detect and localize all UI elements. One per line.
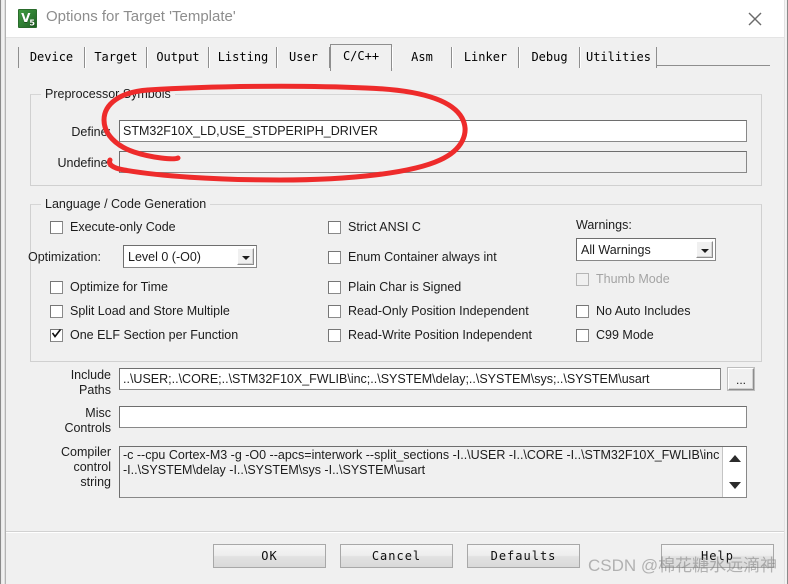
- chevron-down-glyph: [242, 256, 250, 260]
- tab-linker[interactable]: Linker: [452, 47, 519, 68]
- language-group-title: Language / Code Generation: [41, 197, 211, 211]
- tab-utilities[interactable]: Utilities: [580, 47, 657, 68]
- checkbox-label: Execute-only Code: [70, 220, 176, 234]
- misc-controls-label-line2: Controls: [64, 421, 111, 435]
- tab-asm[interactable]: Asm: [392, 47, 452, 68]
- footer-divider-bottom: [6, 532, 784, 533]
- preprocessor-group-title: Preprocessor Symbols: [41, 87, 175, 101]
- ok-button[interactable]: OK: [213, 544, 326, 568]
- misc-controls-label-line1: Misc: [85, 406, 111, 420]
- checkbox-label: Split Load and Store Multiple: [70, 304, 230, 318]
- checkbox-label: Enum Container always int: [348, 250, 497, 264]
- checkbox-box: [328, 221, 341, 234]
- uvision-app-icon: V5: [18, 9, 37, 28]
- compiler-control-label-line3: string: [80, 475, 111, 489]
- app-icon-version: 5: [29, 18, 34, 28]
- optimization-select[interactable]: Level 0 (-O0): [123, 245, 257, 268]
- close-glyph: [748, 12, 762, 26]
- checkbox-label: Read-Only Position Independent: [348, 304, 529, 318]
- selected-tab-mask: [331, 65, 391, 67]
- window-right-edge: [784, 0, 788, 584]
- checkbox-box: [328, 329, 341, 342]
- compiler-control-label-line2: control: [73, 460, 111, 474]
- chevron-down-glyph: [701, 249, 709, 253]
- checkbox-label: Strict ANSI C: [348, 220, 421, 234]
- checkmark-icon: [52, 329, 61, 338]
- scroll-down-icon[interactable]: [728, 482, 741, 489]
- checkbox-box: [328, 251, 341, 264]
- include-paths-browse-button[interactable]: ...: [728, 368, 754, 390]
- undefine-label: Undefine:: [57, 156, 111, 170]
- tab-output[interactable]: Output: [147, 47, 209, 68]
- compiler-control-string-value: -c --cpu Cortex-M3 -g -O0 --apcs=interwo…: [123, 448, 720, 477]
- help-button[interactable]: Help: [661, 544, 774, 568]
- defaults-button[interactable]: Defaults: [467, 544, 580, 568]
- checkbox-label: Read-Write Position Independent: [348, 328, 532, 342]
- compiler-control-scrollbar[interactable]: [722, 447, 746, 497]
- tab-device[interactable]: Device: [18, 47, 85, 68]
- undefine-input[interactable]: [119, 151, 747, 173]
- tab-strip: Device Target Output Listing User C/C++ …: [18, 44, 770, 71]
- checkbox-box: [50, 221, 63, 234]
- compiler-control-string-textarea[interactable]: -c --cpu Cortex-M3 -g -O0 --apcs=interwo…: [119, 446, 747, 498]
- warnings-label: Warnings:: [576, 218, 632, 232]
- define-label: Define:: [71, 125, 111, 139]
- checkbox-label: Plain Char is Signed: [348, 280, 462, 294]
- checkbox-box: [576, 305, 589, 318]
- checkbox-label: Optimize for Time: [70, 280, 168, 294]
- title-bar: V5 Options for Target 'Template': [6, 0, 784, 38]
- checkbox-box: [328, 281, 341, 294]
- options-dialog-window: V5 Options for Target 'Template' Device …: [0, 0, 788, 584]
- include-paths-label-line1: Include: [70, 368, 111, 382]
- define-input[interactable]: STM32F10X_LD,USE_STDPERIPH_DRIVER: [119, 120, 747, 142]
- checkbox-box: [50, 281, 63, 294]
- chevron-down-icon[interactable]: [237, 248, 254, 265]
- warnings-select[interactable]: All Warnings: [576, 238, 716, 261]
- checkbox-box: [576, 329, 589, 342]
- checkbox-box: [50, 305, 63, 318]
- checkbox-label: Thumb Mode: [596, 272, 670, 286]
- misc-controls-input[interactable]: [119, 406, 747, 428]
- checkbox-box: [576, 273, 589, 286]
- checkbox-box: [328, 305, 341, 318]
- include-paths-input[interactable]: ..\USER;..\CORE;..\STM32F10X_FWLIB\inc;.…: [119, 368, 721, 390]
- window-title: Options for Target 'Template': [46, 8, 236, 25]
- scroll-up-icon[interactable]: [728, 455, 741, 462]
- warnings-value: All Warnings: [581, 242, 651, 257]
- checkbox-label: One ELF Section per Function: [70, 328, 239, 342]
- tab-debug[interactable]: Debug: [519, 47, 580, 68]
- compiler-control-label-line1: Compiler: [60, 445, 111, 459]
- tab-user[interactable]: User: [277, 47, 330, 68]
- tab-listing[interactable]: Listing: [209, 47, 277, 68]
- checkbox-label: No Auto Includes: [596, 304, 691, 318]
- optimization-value: Level 0 (-O0): [128, 249, 201, 264]
- dialog-body: Device Target Output Listing User C/C++ …: [6, 38, 784, 584]
- chevron-down-icon[interactable]: [696, 241, 713, 258]
- tab-target[interactable]: Target: [85, 47, 147, 68]
- cancel-button[interactable]: Cancel: [340, 544, 453, 568]
- include-paths-label-line2: Paths: [79, 383, 111, 397]
- checkbox-label: C99 Mode: [596, 328, 654, 342]
- optimization-label: Optimization:: [28, 250, 101, 264]
- close-icon[interactable]: [738, 7, 772, 31]
